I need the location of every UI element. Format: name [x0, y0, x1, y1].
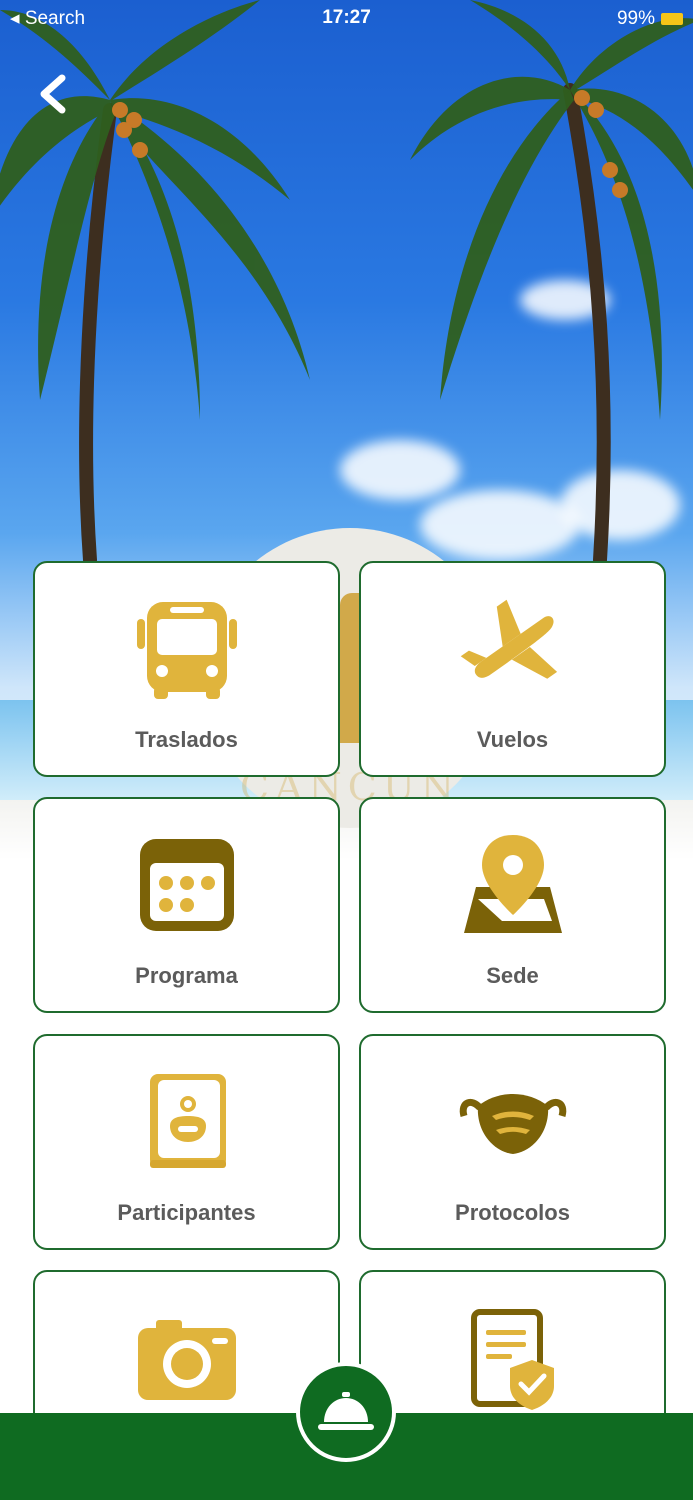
menu-item-sede[interactable]: Sede	[359, 797, 666, 1013]
menu-item-label: Participantes	[117, 1200, 256, 1225]
battery-indicator: 99%	[617, 8, 683, 30]
back-button[interactable]	[34, 72, 74, 116]
status-bar: ◂ Search 17:27 99%	[0, 0, 693, 36]
menu-item-programa[interactable]: Programa	[33, 797, 340, 1013]
menu-item-traslados[interactable]: Traslados	[33, 561, 340, 777]
chevron-left-icon	[40, 74, 66, 114]
battery-icon	[661, 13, 683, 25]
airplane-icon	[460, 599, 557, 679]
document-shield-icon	[470, 1309, 554, 1410]
menu-item-documentos[interactable]	[359, 1270, 666, 1430]
menu-item-participantes[interactable]: Participantes	[33, 1034, 340, 1250]
camera-icon	[137, 1320, 236, 1400]
menu-item-galeria[interactable]	[33, 1270, 340, 1430]
contact-book-icon	[149, 1074, 226, 1168]
face-mask-icon	[459, 1094, 566, 1154]
battery-percentage: 99%	[616, 8, 655, 29]
concierge-bell-icon	[318, 1392, 374, 1430]
bus-icon	[136, 602, 237, 699]
menu-item-label: Traslados	[135, 727, 238, 752]
menu-item-vuelos[interactable]: Vuelos	[359, 561, 666, 777]
calendar-icon	[139, 839, 234, 931]
concierge-button[interactable]	[296, 1362, 396, 1462]
map-pin-icon	[463, 835, 562, 933]
menu-item-protocolos[interactable]: Protocolos	[359, 1034, 666, 1250]
menu-item-label: Protocolos	[455, 1200, 570, 1225]
menu-item-label: Programa	[135, 963, 238, 988]
menu-item-label: Vuelos	[476, 727, 549, 752]
menu-item-label: Sede	[486, 963, 539, 988]
status-time: 17:27	[322, 7, 371, 28]
